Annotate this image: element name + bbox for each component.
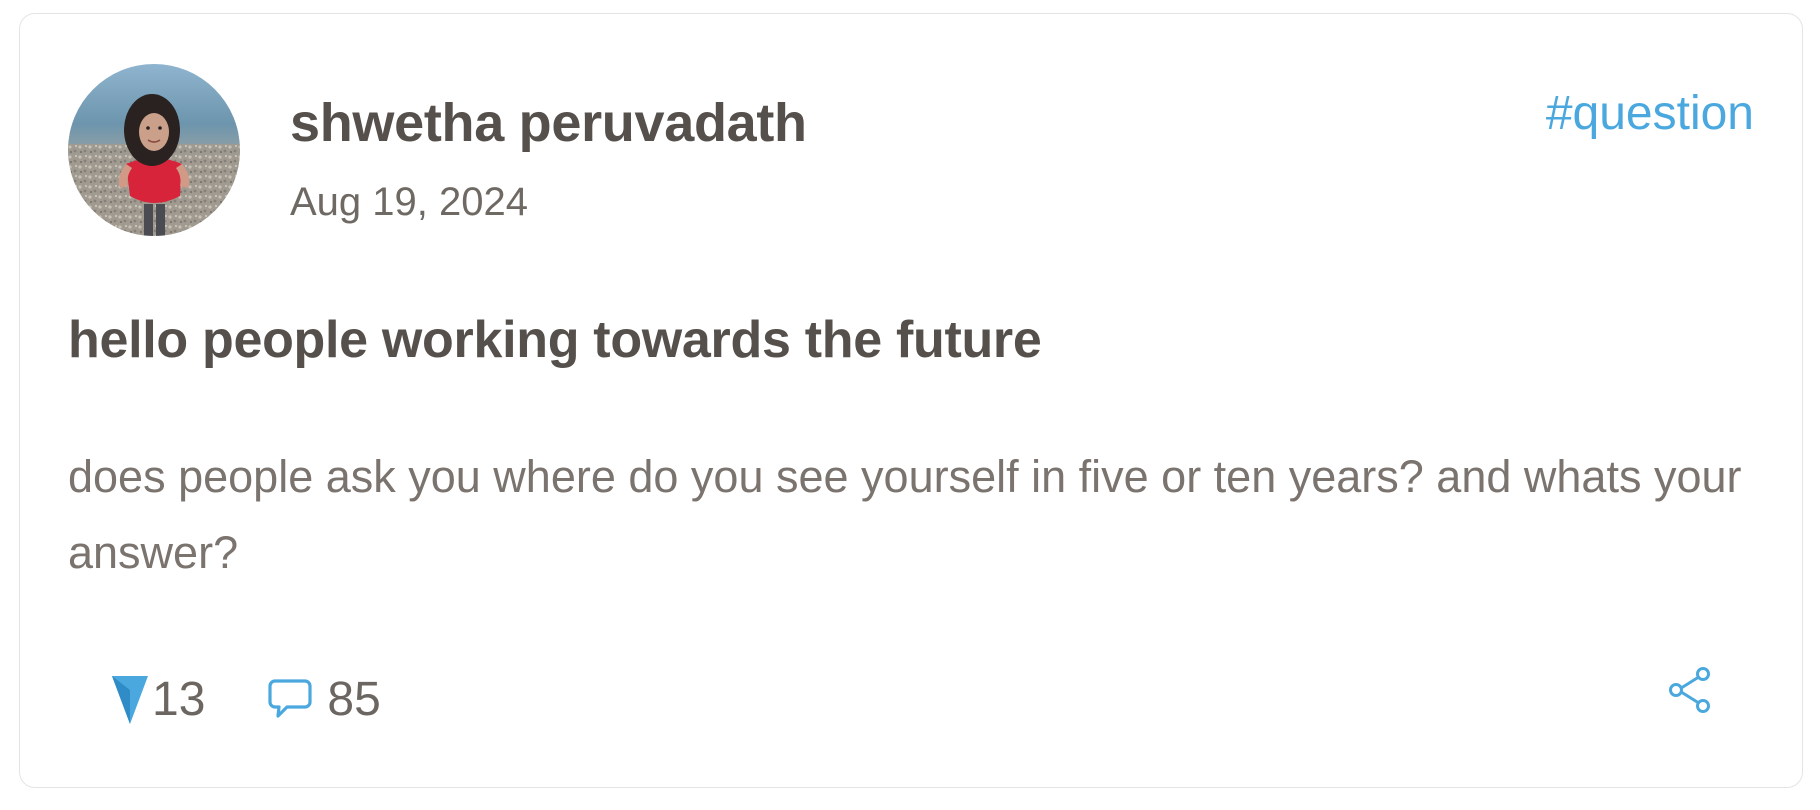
post-card: shwetha peruvadath Aug 19, 2024 #questio… — [19, 13, 1803, 788]
tag-link[interactable]: #question — [1546, 86, 1754, 141]
speech-bubble-icon — [268, 679, 312, 718]
comment-count: 85 — [327, 672, 381, 726]
upvote-arrow-icon — [112, 676, 148, 724]
avatar-photo — [68, 64, 240, 236]
post-body: does people ask you where do you see you… — [68, 451, 1742, 578]
upvote-button[interactable]: 13 — [110, 672, 205, 727]
comment-button[interactable]: 85 — [267, 672, 381, 727]
author-name[interactable]: shwetha peruvadath — [290, 92, 807, 154]
share-button[interactable] — [1666, 666, 1714, 714]
author-avatar[interactable] — [68, 64, 240, 236]
post-date: Aug 19, 2024 — [290, 180, 528, 224]
upvote-count: 13 — [152, 672, 206, 726]
post-actions: 13 85 — [110, 664, 381, 734]
post-title[interactable]: hello people working towards the future — [68, 310, 1042, 370]
share-icon — [1669, 667, 1710, 713]
